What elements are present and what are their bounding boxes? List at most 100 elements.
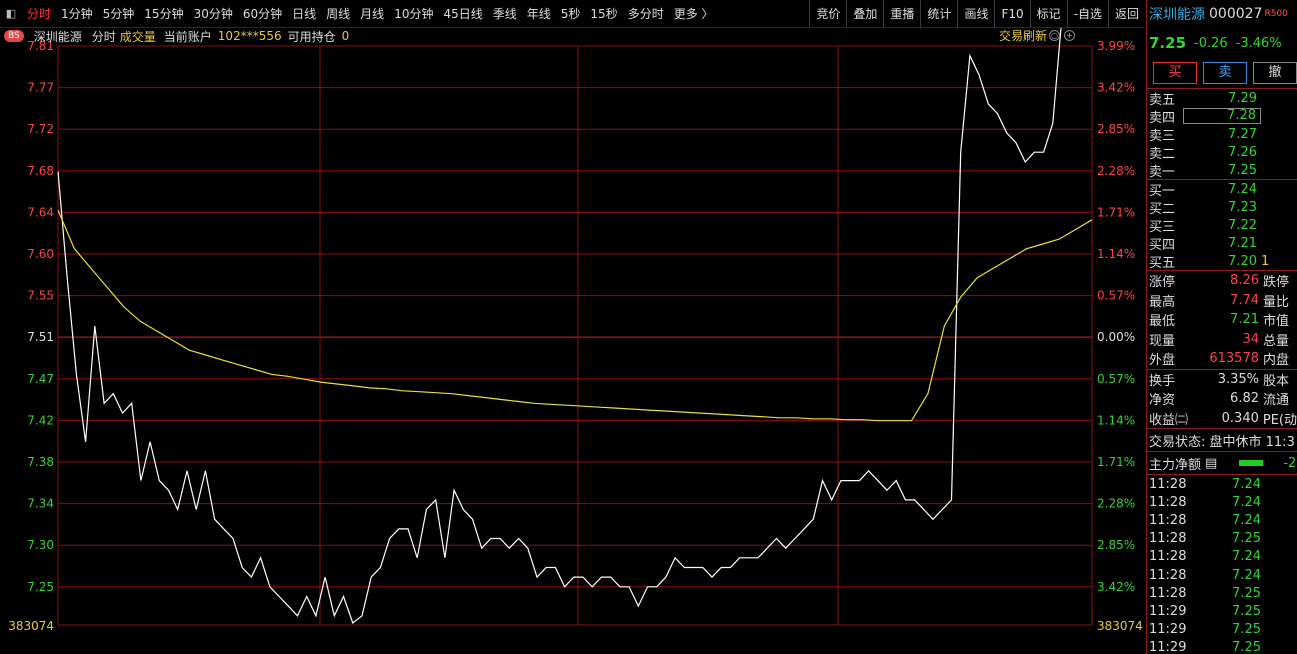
account-number[interactable]: 102***556 [218,29,282,43]
y-label-right: 3.42% [1097,580,1135,594]
stat-label-2: 流通 [1263,393,1290,409]
tab-2[interactable]: 5分钟 [98,0,140,28]
y-label-right: 3.42% [1097,81,1135,95]
y-label-left: 7.64 [27,205,54,219]
stat-label-2: 量比 [1263,294,1290,310]
bs-badge[interactable]: BS [4,30,24,42]
bid-row[interactable]: 买二 7.23 [1147,198,1297,217]
tick-price: 7.24 [1232,494,1261,510]
cancel-order-button[interactable]: 撤 [1253,62,1297,84]
bid-row[interactable]: 买一 7.24 [1147,180,1297,199]
stat-row: 最低 7.21 市值 [1147,310,1297,330]
tab-6[interactable]: 日线 [287,0,321,28]
tick-row: 11:28 7.25 [1147,584,1297,602]
y-label-right: 2.28% [1097,497,1135,511]
tab-4[interactable]: 30分钟 [189,0,238,28]
tab-9[interactable]: 10分钟 [389,0,438,28]
tick-row: 11:28 7.24 [1147,548,1297,566]
tick-row: 11:28 7.24 [1147,511,1297,529]
settings-circle-icon[interactable]: ○ [1049,30,1060,41]
tick-price: 7.24 [1232,476,1261,492]
add-circle-icon[interactable]: + [1064,30,1075,41]
y-label-left: 7.55 [27,289,54,303]
period-tabs: 分时 1分钟 5分钟 15分钟 30分钟 60分钟 日线 周线 月线 10分钟 45日线 季线 年线 5秒… [22,0,719,28]
ask-row[interactable]: 卖五 7.29 [1147,89,1297,108]
tick-price: 7.24 [1232,549,1261,565]
ask-row[interactable]: 卖二 7.26 [1147,143,1297,162]
intraday-chart[interactable]: 7.81 7.77 7.72 7.68 7.64 7.60 7.55 7.51 7.47 7.42… [0,28,1145,654]
ask-row[interactable]: 卖四 7.28 [1147,107,1297,126]
sell-button[interactable]: 卖 [1203,62,1247,84]
ask-price: 7.25 [1228,162,1257,178]
tick-list[interactable]: 11:28 7.24 11:28 7.24 11:28 7.24 11:28 7.25 11:2… [1147,475,1297,654]
bid-price: 7.20 [1228,253,1257,269]
tab-11[interactable]: 季线 [488,0,522,28]
stats-block-2: 换手 3.35% 股本 净资 6.82 流通 收益㈡ 0.340 PE(动 [1147,370,1297,429]
y-label-right: 0.00% [1097,330,1135,344]
tab-7[interactable]: 周线 [321,0,355,28]
stat-label-2: 市值 [1263,314,1290,330]
y-label-left: 7.77 [27,81,54,95]
tool-button-6[interactable]: 标记 [1029,0,1067,28]
y-label-right: 1.71% [1097,205,1135,219]
tab-16[interactable]: 更多 〉 [669,0,719,28]
tick-time: 11:28 [1149,512,1187,528]
main-flow-row[interactable]: 主力净额 ▤ -2 [1147,452,1297,474]
stat-label: 最高 [1149,294,1176,310]
volume-label: 成交量 [119,29,156,44]
quote-header: 深圳能源 000027 R500 [1147,0,1297,28]
ask-row[interactable]: 卖一 7.25 [1147,161,1297,180]
tick-row: 11:28 7.25 [1147,530,1297,548]
tab-8[interactable]: 月线 [355,0,389,28]
tool-button-8[interactable]: 返回 [1107,0,1145,28]
intraday-chart-svg[interactable]: 7.817.777.727.687.647.607.557.517.477.42… [0,28,1145,654]
tick-row: 11:29 7.25 [1147,621,1297,639]
r500-badge: R500 [1264,9,1288,19]
panel-stock-name[interactable]: 深圳能源 [1149,4,1205,24]
ask-label: 卖四 [1149,110,1176,126]
bid-row[interactable]: 买四 7.21 [1147,234,1297,253]
tab-3[interactable]: 15分钟 [139,0,188,28]
ask-price: 7.26 [1228,144,1257,160]
sidebar-toggle-icon[interactable]: ◧ [0,0,22,28]
stat-value: 7.74 [1230,292,1259,308]
tick-row: 11:29 7.25 [1147,602,1297,620]
list-icon[interactable]: ▤ [1205,456,1217,471]
tool-button-7[interactable]: -自选 [1066,0,1108,28]
tool-button-0[interactable]: 竞价 [809,0,846,28]
tab-12[interactable]: 年线 [522,0,556,28]
tab-13[interactable]: 5秒 [556,0,586,28]
tab-1[interactable]: 1分钟 [56,0,98,28]
bid-label: 买五 [1149,255,1176,271]
tick-price: 7.24 [1232,512,1261,528]
tab-5[interactable]: 60分钟 [238,0,287,28]
chart-controls: ○ + [1049,30,1075,41]
tick-price: 7.25 [1232,640,1261,654]
trade-refresh-button[interactable]: 交易刷新 [999,28,1047,44]
stat-row: 外盘 613578 内盘 [1147,349,1297,369]
price-change: -0.26 [1194,35,1228,51]
tab-14[interactable]: 15秒 [585,0,622,28]
tab-0[interactable]: 分时 [22,0,56,28]
tab-15[interactable]: 多分时 [623,0,669,28]
bid-price: 7.24 [1228,181,1257,197]
ask-label: 卖三 [1149,128,1176,144]
tool-button-5[interactable]: F10 [994,0,1029,28]
ask-row[interactable]: 卖三 7.27 [1147,125,1297,144]
tick-time: 11:28 [1149,567,1187,583]
tab-10[interactable]: 45日线 [438,0,487,28]
tick-time: 11:28 [1149,476,1187,492]
y-label-left: 7.68 [27,164,54,178]
bid-row[interactable]: 买三 7.22 [1147,216,1297,235]
tool-button-4[interactable]: 画线 [957,0,994,28]
tick-row: 11:28 7.24 [1147,493,1297,511]
position-label: 可用持仓 [287,29,336,44]
tick-row: 11:29 7.25 [1147,639,1297,654]
tool-button-2[interactable]: 重播 [883,0,920,28]
tick-row: 11:28 7.24 [1147,566,1297,584]
tool-button-1[interactable]: 叠加 [846,0,883,28]
buy-button[interactable]: 买 [1153,62,1197,84]
y-label-left: 7.51 [27,330,54,344]
tool-button-3[interactable]: 统计 [920,0,957,28]
bid-row[interactable]: 买五 7.20 1 [1147,252,1297,271]
